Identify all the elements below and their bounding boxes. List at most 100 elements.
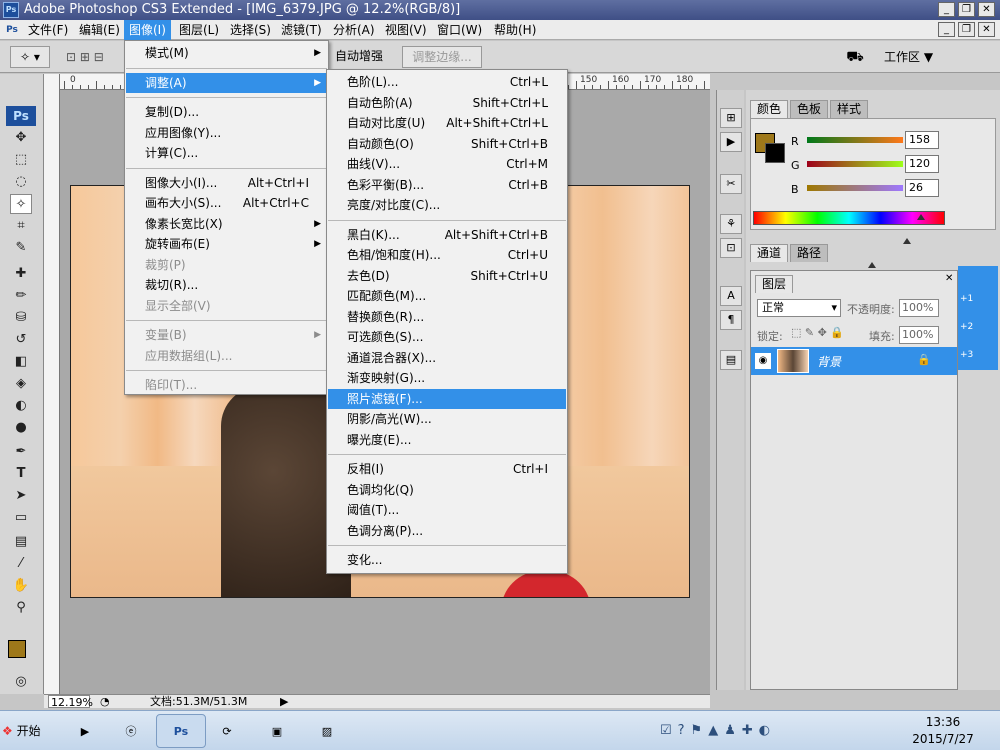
tab-color[interactable]: 颜色 <box>750 100 789 118</box>
tool-preset-picker[interactable]: ✧ ▾ <box>10 46 50 68</box>
adjust-menu-item[interactable]: 自动色阶(A) Shift+Ctrl+L <box>328 93 566 113</box>
clone-stamp-icon[interactable]: ⛁ <box>10 308 32 328</box>
tab-channels[interactable]: 通道 <box>750 244 789 262</box>
adjust-menu-item[interactable]: 反相(I) Ctrl+I <box>328 459 566 479</box>
bg-color-swatch[interactable] <box>765 143 785 163</box>
adjust-menu-item[interactable]: 照片滤镜(F)... <box>328 388 566 409</box>
ps-logo[interactable]: Ps <box>6 106 36 126</box>
adjust-menu-item[interactable]: 阈值(T)... <box>328 500 566 520</box>
adjust-menu-item[interactable]: 自动颜色(O) Shift+Ctrl+B <box>328 134 566 154</box>
doc-icon[interactable]: Ps <box>2 20 22 40</box>
image-menu-item[interactable]: 图像大小(I)... Alt+Ctrl+I <box>126 173 327 193</box>
panel-close-icon[interactable]: ✕ <box>945 273 953 284</box>
history-brush-icon[interactable]: ↺ <box>10 330 32 350</box>
eye-visibility-icon[interactable]: ◉ <box>755 353 771 369</box>
g-value-input[interactable]: 120 <box>905 155 939 173</box>
g-slider[interactable] <box>807 161 903 167</box>
magic-wand-tool-icon[interactable]: ✧ <box>10 194 32 214</box>
maximize-button[interactable]: ❐ <box>958 2 975 17</box>
clone-source-icon[interactable]: ⊡ <box>720 238 742 258</box>
photoshop-taskbar-icon[interactable]: Ps <box>156 714 206 748</box>
image-menu-item[interactable]: 裁剪(P) <box>126 255 327 275</box>
layer-row-background[interactable]: ◉ 背景 🔒 <box>751 347 957 375</box>
bridge-icon[interactable]: ⛟ <box>843 47 867 67</box>
blend-mode-select[interactable]: 正常 ▾ <box>757 299 841 317</box>
dodge-tool-icon[interactable]: ● <box>10 418 32 438</box>
brushes-icon[interactable]: ⚘ <box>720 214 742 234</box>
image-menu-item[interactable]: 变量(B) ▶ <box>126 325 327 345</box>
menu-file[interactable]: 文件(F) <box>23 20 73 40</box>
color-spectrum-bar[interactable] <box>753 211 945 225</box>
lasso-tool-icon[interactable]: ◌ <box>10 172 32 192</box>
menu-layer[interactable]: 图层(L) <box>174 20 224 40</box>
path-select-icon[interactable]: ➤ <box>10 486 32 506</box>
character-icon[interactable]: A <box>720 286 742 306</box>
b-slider[interactable] <box>807 185 903 191</box>
system-tray-icons[interactable]: ☑?⚑▲♟✚◐ <box>660 721 860 741</box>
type-tool-icon[interactable]: T <box>10 464 32 484</box>
r-value-input[interactable]: 158 <box>905 131 939 149</box>
slider-thumb[interactable] <box>903 238 912 244</box>
notes-tool-icon[interactable]: ▤ <box>10 532 32 552</box>
rectangle-tool-icon[interactable]: ▭ <box>10 508 32 528</box>
tab-swatches[interactable]: 色板 <box>790 100 829 118</box>
layer-name[interactable]: 背景 <box>817 353 841 370</box>
menu-filter[interactable]: 滤镜(T) <box>276 20 327 40</box>
image-menu-item[interactable]: 裁切(R)... <box>126 275 327 295</box>
healing-brush-icon[interactable]: ✚ <box>10 264 32 284</box>
image-menu-item[interactable]: 复制(D)... <box>126 102 327 122</box>
adjust-menu-item[interactable]: 自动对比度(U) Alt+Shift+Ctrl+L <box>328 113 566 133</box>
start-button[interactable]: ❖ 开始 <box>2 719 48 743</box>
move-tool-icon[interactable]: ✥ <box>10 128 32 148</box>
browser-icon[interactable]: ⓔ <box>106 714 156 748</box>
photoshop-app-icon[interactable]: Ps <box>3 2 19 18</box>
menu-image[interactable]: 图像(I) <box>124 20 171 40</box>
doc-restore-button[interactable]: ❐ <box>958 22 975 37</box>
image-menu-item[interactable]: 模式(M) ▶ <box>126 43 327 63</box>
actions-icon[interactable]: ▶ <box>720 132 742 152</box>
adjust-menu-item[interactable]: 去色(D) Shift+Ctrl+U <box>328 266 566 286</box>
app-taskbar-icon[interactable]: ⟳ <box>202 714 252 748</box>
lock-icons[interactable]: ⬚ ✎ ✥ 🔒 <box>791 326 844 339</box>
tab-paths[interactable]: 路径 <box>790 244 829 262</box>
menu-edit[interactable]: 编辑(E) <box>74 20 125 40</box>
image-menu-item[interactable]: 陷印(T)... <box>126 375 327 395</box>
doc-minimize-button[interactable]: _ <box>938 22 955 37</box>
blur-tool-icon[interactable]: ◐ <box>10 396 32 416</box>
image-menu-item[interactable]: 应用图像(Y)... <box>126 123 327 143</box>
adjust-menu-item[interactable]: 变化... <box>328 550 566 570</box>
workspace-menu[interactable]: 工作区 ▼ <box>884 46 944 68</box>
tab-layers[interactable]: 图层 <box>755 275 794 293</box>
menu-select[interactable]: 选择(S) <box>225 20 276 40</box>
adjust-menu-item[interactable]: 曲线(V)... Ctrl+M <box>328 154 566 174</box>
menu-window[interactable]: 窗口(W) <box>432 20 487 40</box>
adjust-menu-item[interactable]: 匹配颜色(M)... <box>328 286 566 306</box>
opacity-input[interactable]: 100% <box>899 299 939 317</box>
image-menu-item[interactable]: 显示全部(V) <box>126 296 327 316</box>
menu-analysis[interactable]: 分析(A) <box>328 20 380 40</box>
adjust-menu-item[interactable]: 色相/饱和度(H)... Ctrl+U <box>328 245 566 265</box>
doc-close-button[interactable]: ✕ <box>978 22 995 37</box>
menu-help[interactable]: 帮助(H) <box>489 20 541 40</box>
navigator-icon[interactable]: ⊞ <box>720 108 742 128</box>
menu-view[interactable]: 视图(V) <box>380 20 432 40</box>
adjust-menu-item[interactable]: 色调均化(Q) <box>328 480 566 500</box>
auto-enhance-checkbox[interactable]: 自动增强 <box>330 46 388 68</box>
fill-input[interactable]: 100% <box>899 326 939 344</box>
foreground-color-swatch[interactable] <box>8 640 26 658</box>
adjust-menu-item[interactable]: 色调分离(P)... <box>328 521 566 541</box>
selection-mode-icons[interactable]: ⊡ ⊞ ⊟ <box>66 46 126 68</box>
zoom-field[interactable]: 12.19% <box>48 695 93 709</box>
adjust-menu-item[interactable]: 色彩平衡(B)... Ctrl+B <box>328 175 566 195</box>
refine-edge-button[interactable]: 调整边缘... <box>402 46 482 68</box>
adjust-menu-item[interactable]: 亮度/对比度(C)... <box>328 195 566 215</box>
adjust-menu-item[interactable]: 阴影/高光(W)... <box>328 409 566 429</box>
layer-comps-icon[interactable]: ▤ <box>720 350 742 370</box>
b-value-input[interactable]: 26 <box>905 179 939 197</box>
picture-viewer-icon[interactable]: ▨ <box>302 714 352 748</box>
brush-tool-icon[interactable]: ✏ <box>10 286 32 306</box>
quick-mask-icon[interactable]: ◎ <box>10 672 32 692</box>
paragraph-icon[interactable]: ¶ <box>720 310 742 330</box>
adjust-menu-item[interactable]: 色阶(L)... Ctrl+L <box>328 72 566 92</box>
image-menu-item[interactable]: 像素长宽比(X) ▶ <box>126 214 327 234</box>
